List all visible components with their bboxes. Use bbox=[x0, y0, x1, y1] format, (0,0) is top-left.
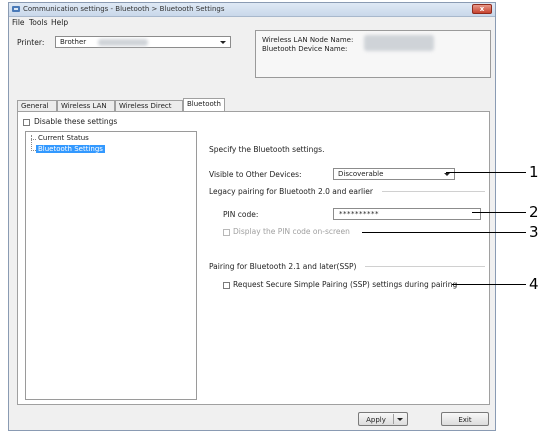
settings-heading: Specify the Bluetooth settings. bbox=[209, 145, 325, 154]
tree-connector bbox=[31, 135, 32, 151]
dropdown-arrow-icon[interactable] bbox=[397, 418, 403, 421]
callout-4: 4 bbox=[529, 275, 539, 293]
exit-button[interactable]: Exit bbox=[441, 412, 489, 426]
printer-select[interactable]: Brother bbox=[55, 36, 231, 48]
apply-button[interactable]: Apply bbox=[358, 412, 408, 426]
tab-wireless-lan[interactable]: Wireless LAN bbox=[57, 100, 115, 111]
group-divider bbox=[365, 266, 485, 267]
tab-general[interactable]: General bbox=[17, 100, 57, 111]
menu-file[interactable]: File bbox=[12, 18, 25, 27]
title-bar: Communication settings - Bluetooth > Blu… bbox=[9, 3, 495, 17]
ssp-group-label: Pairing for Bluetooth 2.1 and later(SSP) bbox=[209, 262, 357, 271]
redacted-device-names bbox=[364, 35, 434, 51]
disable-settings-label: Disable these settings bbox=[34, 117, 118, 126]
tab-wireless-direct[interactable]: Wireless Direct bbox=[115, 100, 183, 111]
pin-label: PIN code: bbox=[223, 210, 259, 219]
visible-value: Discoverable bbox=[338, 170, 384, 178]
tree-item-current-status[interactable]: Current Status bbox=[36, 134, 91, 142]
apply-label: Apply bbox=[366, 416, 386, 424]
window-title: Communication settings - Bluetooth > Blu… bbox=[23, 5, 225, 13]
printer-value: Brother bbox=[60, 38, 87, 46]
callout-3: 3 bbox=[529, 223, 539, 241]
callout-2: 2 bbox=[529, 203, 539, 221]
ssp-request-checkbox[interactable] bbox=[223, 282, 230, 289]
callout-line-2 bbox=[472, 212, 526, 213]
ssp-request-label: Request Secure Simple Pairing (SSP) sett… bbox=[233, 280, 458, 289]
tree-item-bluetooth-settings[interactable]: Bluetooth Settings bbox=[36, 145, 105, 153]
app-icon bbox=[12, 6, 20, 12]
chevron-down-icon bbox=[220, 41, 226, 44]
close-button[interactable]: x bbox=[472, 4, 492, 14]
printer-label: Printer: bbox=[17, 38, 45, 47]
visible-select[interactable]: Discoverable bbox=[333, 168, 455, 180]
menu-help[interactable]: Help bbox=[51, 18, 68, 27]
split-divider bbox=[393, 414, 394, 424]
chevron-down-icon bbox=[444, 173, 450, 176]
pin-input[interactable]: ********** bbox=[333, 208, 481, 220]
callout-line-4 bbox=[452, 284, 526, 285]
settings-tree: Current Status Bluetooth Settings bbox=[25, 131, 197, 400]
callout-line-3 bbox=[362, 232, 526, 233]
exit-label: Exit bbox=[458, 416, 472, 424]
callout-1: 1 bbox=[529, 163, 539, 181]
display-pin-checkbox[interactable] bbox=[223, 229, 230, 236]
tab-bluetooth[interactable]: Bluetooth bbox=[183, 98, 225, 112]
visible-label: Visible to Other Devices: bbox=[209, 170, 302, 179]
bt-device-label: Bluetooth Device Name: bbox=[262, 45, 348, 53]
pin-value: ********** bbox=[339, 210, 379, 218]
callout-line-1 bbox=[446, 172, 526, 173]
settings-window: Communication settings - Bluetooth > Blu… bbox=[8, 2, 496, 431]
wlan-node-label: Wireless LAN Node Name: bbox=[262, 36, 354, 44]
group-divider bbox=[382, 191, 485, 192]
disable-settings-checkbox[interactable] bbox=[23, 119, 30, 126]
legacy-group-label: Legacy pairing for Bluetooth 2.0 and ear… bbox=[209, 187, 373, 196]
menu-tools[interactable]: Tools bbox=[29, 18, 47, 27]
device-info-box: Wireless LAN Node Name: Bluetooth Device… bbox=[255, 30, 491, 78]
menu-bar: File Tools Help bbox=[9, 17, 495, 28]
redacted-printer-model bbox=[98, 39, 148, 46]
display-pin-label: Display the PIN code on-screen bbox=[233, 227, 350, 236]
